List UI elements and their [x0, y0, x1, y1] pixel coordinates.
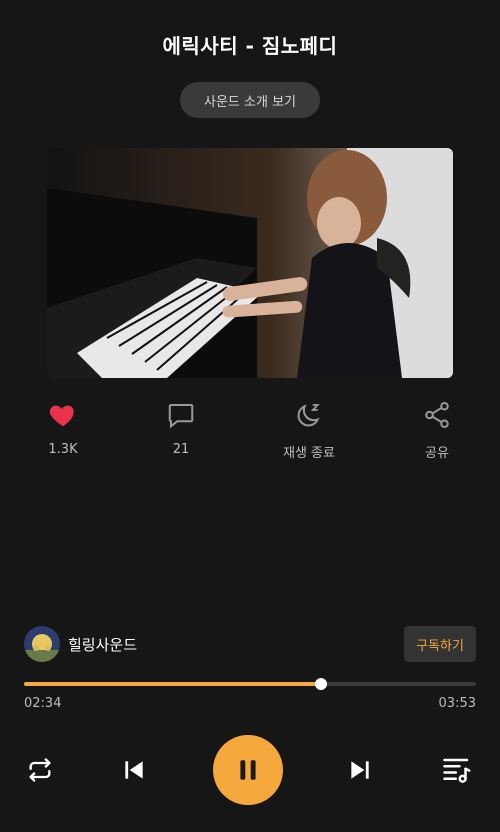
- next-icon: [351, 761, 369, 779]
- sleep-timer-button[interactable]: 재생 종료: [264, 400, 354, 461]
- pause-button[interactable]: [213, 735, 283, 805]
- repeat-button[interactable]: [24, 752, 56, 788]
- progress-fill: [24, 682, 322, 686]
- comment-button[interactable]: 21: [136, 400, 226, 457]
- current-time: 02:34: [24, 696, 62, 711]
- heart-icon: [49, 405, 74, 427]
- subscribe-button[interactable]: 구독하기: [404, 626, 476, 662]
- like-count: 1.3K: [48, 442, 78, 457]
- comment-count: 21: [172, 442, 190, 457]
- sound-intro-button[interactable]: 사운드 소개 보기: [180, 82, 320, 118]
- share-icon: [425, 402, 449, 428]
- comment-icon: [168, 404, 194, 429]
- previous-icon: [125, 761, 143, 779]
- channel-info[interactable]: 힐링사운드: [24, 626, 137, 662]
- total-time: 03:53: [438, 696, 476, 711]
- video-thumbnail[interactable]: [47, 148, 453, 378]
- like-button[interactable]: 1.3K: [18, 400, 108, 457]
- playlist-icon: [443, 758, 471, 783]
- moon-sleep-icon: [297, 404, 320, 427]
- sleep-label: 재생 종료: [283, 446, 335, 461]
- pause-icon: [240, 760, 256, 780]
- share-label: 공유: [425, 446, 449, 461]
- progress-knob[interactable]: [315, 678, 328, 690]
- channel-name: 힐링사운드: [68, 635, 138, 654]
- previous-button[interactable]: [118, 752, 150, 788]
- avatar: [24, 626, 60, 662]
- next-button[interactable]: [344, 752, 376, 788]
- progress-bar[interactable]: [24, 678, 476, 690]
- share-button[interactable]: 공유: [392, 400, 482, 461]
- playlist-button[interactable]: [440, 752, 474, 788]
- page-title: 에릭사티 - 짐노페디: [162, 34, 338, 58]
- repeat-icon: [29, 758, 51, 782]
